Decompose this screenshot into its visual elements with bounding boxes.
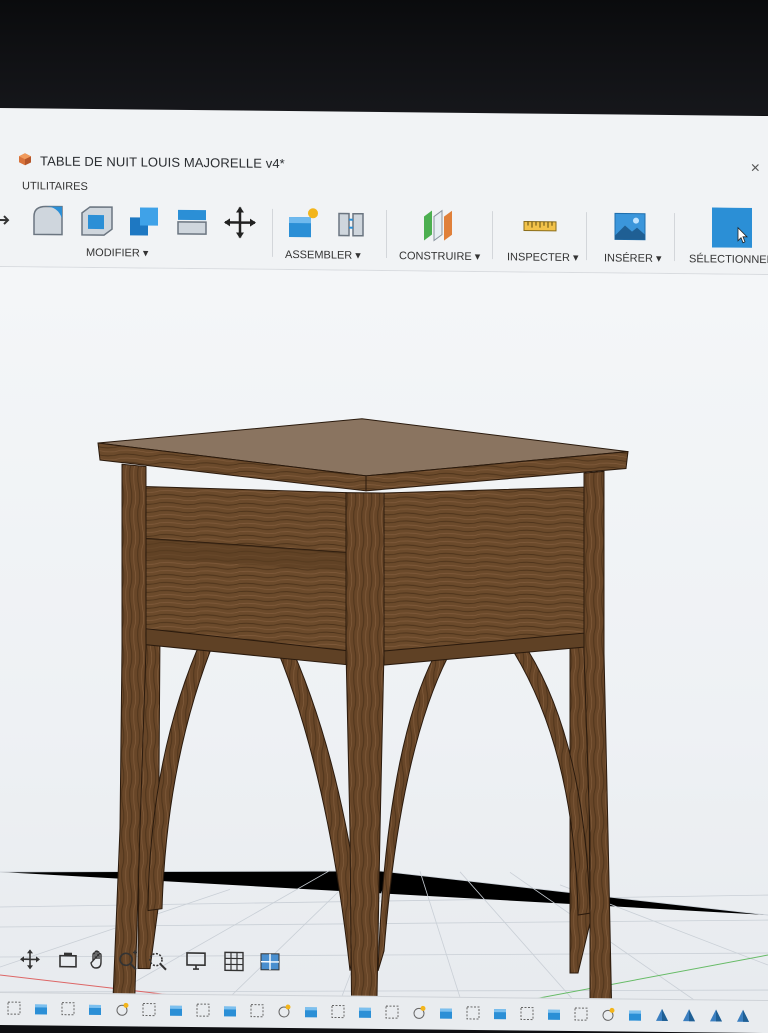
insert-label[interactable]: INSÉRER ▾ xyxy=(604,251,661,265)
grid-icon[interactable] xyxy=(223,950,245,972)
construct-group: CONSTRUIRE ▾ xyxy=(390,200,490,267)
title-bar: TABLE DE NUIT LOUIS MAJORELLE v4* × xyxy=(0,148,768,190)
divider xyxy=(492,211,493,260)
pan-icon[interactable] xyxy=(87,949,109,971)
timeline-extrude-icon[interactable] xyxy=(33,1000,49,1016)
utilities-menu[interactable]: UTILITAIRES xyxy=(22,180,88,193)
move-icon[interactable] xyxy=(222,204,258,240)
select-group: SÉLECTIONNER xyxy=(680,203,768,270)
fusion-window: TABLE DE NUIT LOUIS MAJORELLE v4* × UTIL… xyxy=(0,108,768,1033)
timeline-plane-icon[interactable] xyxy=(708,1007,724,1023)
box-icon xyxy=(19,153,31,166)
orbit-icon[interactable] xyxy=(19,948,41,970)
replace-face-icon[interactable] xyxy=(174,204,210,240)
inspect-group: INSPECTER ▾ xyxy=(498,201,584,268)
timeline-sketch-icon[interactable] xyxy=(249,1003,265,1019)
timeline-sketch-icon[interactable] xyxy=(330,1003,346,1019)
timeline-plane-icon[interactable] xyxy=(681,1007,697,1023)
timeline-body-icon[interactable] xyxy=(600,1006,616,1022)
select-label[interactable]: SÉLECTIONNER xyxy=(689,253,768,266)
timeline-plane-icon[interactable] xyxy=(654,1007,670,1023)
timeline-extrude-icon[interactable] xyxy=(222,1002,238,1018)
zoom-window-icon[interactable] xyxy=(147,950,169,972)
timeline-extrude-icon[interactable] xyxy=(546,1006,562,1022)
joint-icon[interactable] xyxy=(333,205,369,241)
timeline-sketch-icon[interactable] xyxy=(195,1002,211,1018)
display-settings-icon[interactable] xyxy=(185,950,207,972)
timeline-bar xyxy=(0,992,768,1033)
modify-label[interactable]: MODIFIER ▾ xyxy=(86,246,148,260)
toolbar-ribbon: MODIFIER ▾ ASSEMBLER ▾ CONSTRUIRE ▾ INSP… xyxy=(0,196,768,276)
timeline-sketch-icon[interactable] xyxy=(384,1004,400,1020)
viewport-canvas xyxy=(0,416,768,1033)
zoom-icon[interactable] xyxy=(117,949,139,971)
inspect-label[interactable]: INSPECTER ▾ xyxy=(507,250,579,264)
timeline-plane-icon[interactable] xyxy=(735,1008,751,1024)
document-title: TABLE DE NUIT LOUIS MAJORELLE v4* xyxy=(40,153,285,171)
timeline-extrude-icon[interactable] xyxy=(438,1005,454,1021)
timeline-extrude-icon[interactable] xyxy=(303,1003,319,1019)
timeline-sketch-icon[interactable] xyxy=(573,1006,589,1022)
nightstand-3d-model[interactable] xyxy=(97,416,629,1033)
viewports-icon[interactable] xyxy=(259,951,281,973)
shell-icon[interactable] xyxy=(78,203,114,239)
timeline-body-icon[interactable] xyxy=(276,1003,292,1019)
press-pull-icon[interactable] xyxy=(0,202,12,238)
select-cursor-icon[interactable] xyxy=(712,207,752,248)
timeline-extrude-icon[interactable] xyxy=(627,1007,643,1023)
timeline-body-icon[interactable] xyxy=(114,1001,130,1017)
timeline-sketch-icon[interactable] xyxy=(60,1001,76,1017)
device-bezel xyxy=(0,0,768,115)
assemble-label[interactable]: ASSEMBLER ▾ xyxy=(285,248,361,262)
timeline-extrude-icon[interactable] xyxy=(492,1005,508,1021)
timeline-extrude-icon[interactable] xyxy=(357,1004,373,1020)
insert-image-icon[interactable] xyxy=(612,208,648,244)
look-at-icon[interactable] xyxy=(57,949,79,971)
offset-plane-icon[interactable] xyxy=(420,206,456,242)
timeline-sketch-icon[interactable] xyxy=(519,1005,535,1021)
new-component-icon[interactable] xyxy=(285,205,321,241)
construct-label[interactable]: CONSTRUIRE ▾ xyxy=(399,249,480,263)
assemble-group: ASSEMBLER ▾ xyxy=(275,199,385,266)
divider xyxy=(586,212,587,261)
modify-group: MODIFIER ▾ xyxy=(0,196,270,265)
measure-icon[interactable] xyxy=(522,207,558,243)
timeline-sketch-icon[interactable] xyxy=(141,1001,157,1017)
timeline-sketch-icon[interactable] xyxy=(6,1000,22,1016)
divider xyxy=(386,210,387,259)
timeline-body-icon[interactable] xyxy=(411,1004,427,1020)
fillet-icon[interactable] xyxy=(30,202,66,238)
timeline-sketch-icon[interactable] xyxy=(465,1005,481,1021)
insert-group: INSÉRER ▾ xyxy=(592,202,672,269)
close-icon[interactable]: × xyxy=(751,160,760,178)
timeline-extrude-icon[interactable] xyxy=(87,1001,103,1017)
divider xyxy=(674,213,675,262)
timeline-extrude-icon[interactable] xyxy=(168,1002,184,1018)
divider xyxy=(272,208,273,257)
combine-icon[interactable] xyxy=(126,203,162,239)
3d-viewport[interactable] xyxy=(0,267,768,1033)
